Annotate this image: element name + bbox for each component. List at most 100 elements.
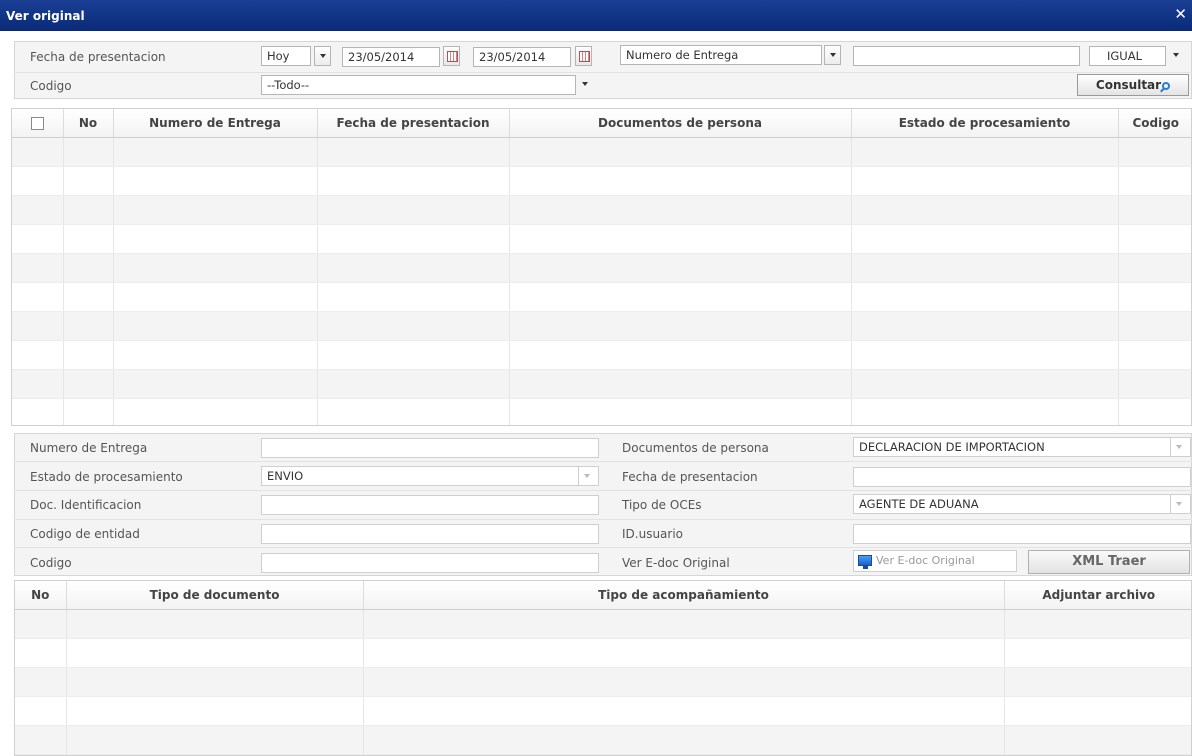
table-cell (63, 398, 114, 425)
xml-traer-button[interactable]: XML Traer (1028, 550, 1190, 574)
table-row[interactable] (12, 369, 1191, 399)
table-cell (15, 638, 67, 668)
docs-persona-dropdown-icon[interactable] (1171, 437, 1191, 457)
fecha-detail-label: Fecha de presentacion (622, 470, 758, 484)
table-cell (113, 195, 318, 225)
col-numero-entrega[interactable]: Numero de Entrega (113, 109, 318, 138)
codigo-entidad-label: Codigo de entidad (30, 527, 140, 541)
table-cell (509, 282, 852, 312)
table-cell (1118, 282, 1191, 312)
table-row[interactable] (15, 725, 1191, 755)
operator-select[interactable]: IGUAL (1089, 46, 1166, 66)
table-row[interactable] (15, 609, 1191, 639)
table-row[interactable] (12, 195, 1191, 225)
table-cell (66, 609, 364, 639)
att-col-adjuntar-archivo[interactable]: Adjuntar archivo (1004, 581, 1191, 610)
table-cell (12, 311, 64, 341)
table-cell (66, 696, 364, 726)
table-row[interactable] (12, 253, 1191, 283)
table-cell (63, 282, 114, 312)
calendar-icon[interactable] (575, 46, 592, 66)
search-input[interactable] (853, 46, 1080, 66)
col-estado-procesamiento[interactable]: Estado de procesamiento (851, 109, 1119, 138)
numero-entrega-field[interactable] (261, 438, 599, 458)
table-cell (1118, 311, 1191, 341)
table-cell (63, 166, 114, 196)
table-row[interactable] (15, 667, 1191, 697)
table-cell (12, 369, 64, 399)
table-cell (63, 369, 114, 399)
att-col-tipo-documento[interactable]: Tipo de documento (66, 581, 364, 610)
ver-edoc-label: Ver E-doc Original (622, 556, 730, 570)
tipo-oces-dropdown-icon[interactable] (1171, 494, 1191, 514)
table-cell (12, 253, 64, 283)
table-cell (317, 195, 510, 225)
codigo-dropdown-icon[interactable] (577, 75, 594, 95)
table-row[interactable] (12, 398, 1191, 425)
close-icon[interactable]: ✕ (1174, 7, 1187, 22)
fecha-label: Fecha de presentacion (30, 50, 166, 64)
table-cell (851, 311, 1119, 341)
period-dropdown-icon[interactable] (314, 46, 331, 66)
att-col-tipo-acompanamiento[interactable]: Tipo de acompañamiento (363, 581, 1005, 610)
date-from-input[interactable]: 23/05/2014 (342, 47, 440, 67)
table-row[interactable] (12, 224, 1191, 254)
results-grid: No Numero de Entrega Fecha de presentaci… (11, 108, 1192, 426)
select-all-checkbox[interactable] (30, 116, 44, 130)
estado-label: Estado de procesamiento (30, 470, 183, 484)
table-cell (509, 369, 852, 399)
table-row[interactable] (12, 340, 1191, 370)
id-usuario-field[interactable] (853, 524, 1191, 544)
table-row[interactable] (15, 638, 1191, 668)
table-cell (363, 667, 1005, 697)
calendar-icon[interactable] (443, 46, 460, 66)
table-cell (509, 166, 852, 196)
table-row[interactable] (12, 282, 1191, 312)
table-cell (113, 311, 318, 341)
codigo-select[interactable]: --Todo-- (261, 75, 576, 95)
table-row[interactable] (15, 696, 1191, 726)
table-cell (12, 137, 64, 167)
col-codigo[interactable]: Codigo (1118, 109, 1191, 138)
att-col-no[interactable]: No (15, 581, 67, 610)
field-select[interactable]: Numero de Entrega (620, 45, 822, 65)
table-cell (113, 282, 318, 312)
col-fecha-presentacion[interactable]: Fecha de presentacion (317, 109, 510, 138)
results-table: No Numero de Entrega Fecha de presentaci… (12, 109, 1191, 425)
table-cell (509, 137, 852, 167)
consultar-label: Consultar (1095, 78, 1162, 92)
codigo-entidad-field[interactable] (261, 524, 599, 544)
table-row[interactable] (12, 311, 1191, 341)
estado-dropdown-icon[interactable] (579, 466, 599, 486)
operator-dropdown-icon[interactable] (1168, 46, 1185, 66)
codigo-detail-field[interactable] (261, 553, 599, 573)
consultar-button[interactable]: Consultar (1077, 74, 1189, 96)
date-to-input[interactable]: 23/05/2014 (473, 47, 571, 67)
doc-identificacion-field[interactable] (261, 495, 599, 515)
tipo-oces-field[interactable]: AGENTE DE ADUANA (853, 494, 1171, 514)
window-titlebar: Ver original ✕ (0, 0, 1192, 31)
table-row[interactable] (12, 166, 1191, 196)
table-cell (851, 369, 1119, 399)
table-cell (63, 311, 114, 341)
col-no[interactable]: No (63, 109, 114, 138)
table-cell (851, 253, 1119, 283)
table-cell (12, 282, 64, 312)
table-cell (317, 369, 510, 399)
field-dropdown-icon[interactable] (824, 45, 841, 65)
table-cell (509, 253, 852, 283)
table-row[interactable] (12, 137, 1191, 167)
col-documentos-persona[interactable]: Documentos de persona (509, 109, 852, 138)
doc-identificacion-label: Doc. Identificacion (30, 498, 142, 512)
table-cell (851, 166, 1119, 196)
table-cell (509, 311, 852, 341)
table-cell (1004, 667, 1191, 697)
period-select[interactable]: Hoy (261, 46, 311, 66)
table-cell (113, 369, 318, 399)
docs-persona-field[interactable]: DECLARACION DE IMPORTACION (853, 437, 1171, 457)
fecha-detail-field[interactable] (853, 467, 1191, 487)
table-cell (1004, 696, 1191, 726)
ver-edoc-button[interactable]: Ver E-doc Original (853, 550, 1017, 572)
estado-field[interactable]: ENVIO (261, 466, 579, 486)
table-cell (851, 137, 1119, 167)
